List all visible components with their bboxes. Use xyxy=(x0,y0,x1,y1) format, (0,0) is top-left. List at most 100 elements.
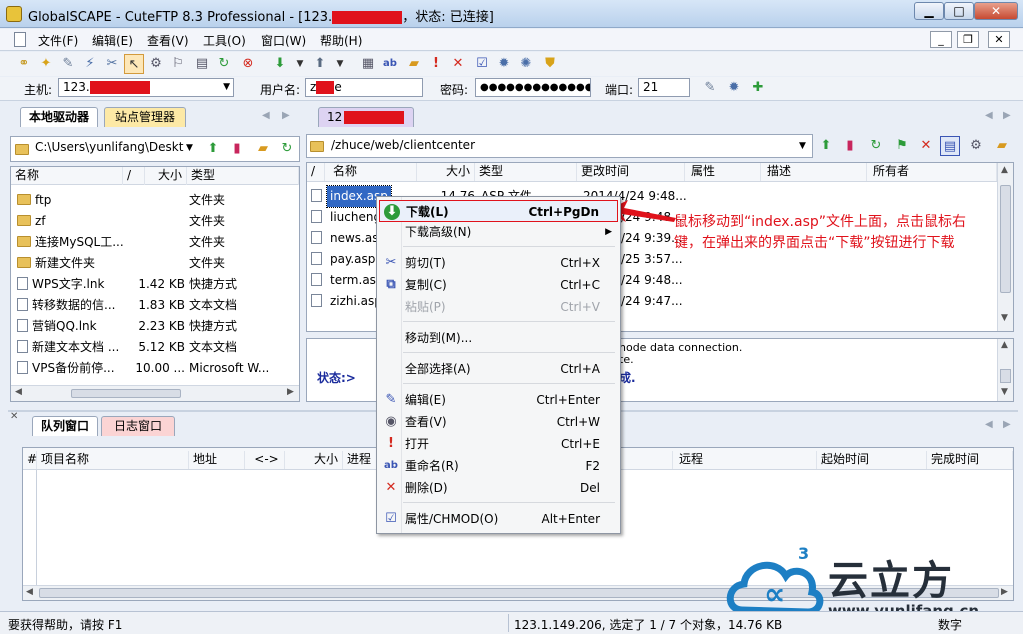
filter-icon[interactable]: ⚐ xyxy=(168,54,188,74)
maximize-button[interactable]: □ xyxy=(944,2,974,20)
col-owner[interactable]: 所有者 xyxy=(867,163,997,181)
col-name[interactable]: 名称 xyxy=(11,167,123,185)
remote-path-input[interactable]: /zhuce/web/clientcenter xyxy=(327,137,787,156)
host-input[interactable]: 123. ▼ xyxy=(58,78,234,97)
tab-remote-site[interactable]: 12 xyxy=(318,107,414,127)
context-menu-item[interactable]: 移动到(M)... xyxy=(379,327,618,349)
delete-icon[interactable]: ✕ xyxy=(916,136,936,156)
settings-icon[interactable]: ✹ xyxy=(494,54,514,74)
global-settings-icon[interactable]: ✺ xyxy=(516,54,536,74)
tab-scroll-left-icon[interactable]: ◀ xyxy=(985,419,993,430)
settings-icon[interactable]: ✹ xyxy=(724,78,744,98)
col-size[interactable]: 大小 xyxy=(145,167,187,185)
col-direction[interactable]: <-> xyxy=(245,451,285,469)
close-button[interactable]: ✕ xyxy=(974,2,1018,20)
col-size[interactable]: 大小 xyxy=(417,163,475,181)
col-attributes[interactable]: 属性 xyxy=(685,163,761,181)
list-item[interactable]: 转移数据的信... 1.83 KB 文本文档 xyxy=(13,295,297,316)
transfer-type-icon[interactable]: ⚙ xyxy=(966,136,986,156)
col-remote[interactable]: 远程 xyxy=(673,451,817,469)
view-mode-icon[interactable]: ▤ xyxy=(940,136,960,156)
pointer-icon[interactable]: ↖ xyxy=(124,54,144,74)
new-folder-icon[interactable]: ▰ xyxy=(253,139,273,159)
mdi-restore-button[interactable]: ❐ xyxy=(957,31,979,48)
context-menu-item[interactable]: 下载高级(N) ▶ xyxy=(379,221,618,243)
list-item[interactable]: WPS文字.lnk 1.42 KB 快捷方式 xyxy=(13,274,297,295)
col-address[interactable]: 地址 xyxy=(189,451,245,469)
refresh-icon[interactable]: ↻ xyxy=(277,139,297,159)
port-input[interactable]: 21 xyxy=(638,78,690,97)
list-item[interactable]: 新建文件夹 文件夹 xyxy=(13,253,297,274)
list-item[interactable]: 营销QQ.lnk 2.23 KB 快捷方式 xyxy=(13,316,297,337)
download-icon[interactable]: ⬇ xyxy=(270,54,290,74)
bookmark-icon[interactable]: ▮ xyxy=(840,136,860,156)
mdi-close-button[interactable]: ✕ xyxy=(988,31,1010,48)
filter-icon[interactable]: ⚑ xyxy=(892,136,912,156)
context-menu-item[interactable]: 全部选择(A) Ctrl+A xyxy=(379,358,618,380)
list-item[interactable]: ftp 文件夹 xyxy=(13,190,297,211)
add-site-icon[interactable]: ✚ xyxy=(748,78,768,98)
password-input[interactable]: ●●●●●●●●●●●●●● xyxy=(475,78,591,97)
connect-icon[interactable]: ✎ xyxy=(700,78,720,98)
col-start-time[interactable]: 起始时间 xyxy=(817,451,927,469)
menu-view[interactable]: 查看(V) xyxy=(147,32,189,49)
list-item[interactable]: zf 文件夹 xyxy=(13,211,297,232)
stop-icon[interactable]: ⊗ xyxy=(238,54,258,74)
menu-help[interactable]: 帮助(H) xyxy=(320,32,362,49)
context-menu-item[interactable]: 粘贴(P) Ctrl+V xyxy=(379,296,618,318)
context-menu-item[interactable]: ☑ 属性/CHMOD(O) Alt+Enter xyxy=(379,508,618,530)
up-folder-icon[interactable]: ⬆ xyxy=(816,136,836,156)
reconnect-icon[interactable]: ✂ xyxy=(102,54,122,74)
tab-log[interactable]: 日志窗口 xyxy=(101,416,175,436)
tab-queue[interactable]: 队列窗口 xyxy=(32,416,98,436)
connect-icon[interactable]: ⚭ xyxy=(14,54,34,74)
menu-window[interactable]: 窗口(W) xyxy=(261,32,306,49)
tab-scroll-right-icon[interactable]: ▶ xyxy=(1003,110,1011,121)
mdi-minimize-button[interactable]: _ xyxy=(930,31,952,48)
lock-icon[interactable]: ▤ xyxy=(192,54,212,74)
new-folder-icon[interactable]: ▰ xyxy=(992,136,1012,156)
list-item[interactable]: 新建文本文档 ... 5.12 KB 文本文档 xyxy=(13,337,297,358)
upload-icon[interactable]: ⬆ xyxy=(310,54,330,74)
col-type[interactable]: 类型 xyxy=(187,167,299,185)
col-item-name[interactable]: 项目名称 xyxy=(37,451,189,469)
col-name[interactable]: 名称 xyxy=(325,163,417,181)
context-menu-item[interactable]: ✂ 剪切(T) Ctrl+X xyxy=(379,252,618,274)
minimize-button[interactable]: ▁ xyxy=(914,2,944,20)
tab-scroll-right-icon[interactable]: ▶ xyxy=(1003,419,1011,430)
list-item[interactable]: 连接MySQL工... 文件夹 xyxy=(13,232,297,253)
edit-file-icon[interactable]: ▦ xyxy=(358,54,378,74)
menu-edit[interactable]: 编辑(E) xyxy=(92,32,133,49)
refresh-icon[interactable]: ↻ xyxy=(214,54,234,74)
list-item[interactable]: VPS备份前停... 10.00 ... Microsoft W... xyxy=(13,358,297,379)
tab-local-drives[interactable]: 本地驱动器 xyxy=(20,107,98,127)
col-type[interactable]: 类型 xyxy=(475,163,577,181)
context-menu-item[interactable]: ab 重命名(R) F2 xyxy=(379,455,618,477)
col-sort[interactable]: / xyxy=(123,167,145,185)
col-sort[interactable]: / xyxy=(307,163,325,181)
rename-icon[interactable]: ab xyxy=(380,54,400,74)
context-menu-item[interactable]: ◉ 查看(V) Ctrl+W xyxy=(379,411,618,433)
context-menu-item[interactable]: ✎ 编辑(E) Ctrl+Enter xyxy=(379,389,618,411)
chevron-down-icon[interactable]: ▼ xyxy=(799,141,806,151)
properties-icon[interactable]: ☑ xyxy=(472,54,492,74)
col-description[interactable]: 描述 xyxy=(761,163,867,181)
chevron-down-icon[interactable]: ▼ xyxy=(330,54,350,74)
new-folder-icon[interactable]: ▰ xyxy=(404,54,424,74)
col-size[interactable]: 大小 xyxy=(285,451,343,469)
up-folder-icon[interactable]: ⬆ xyxy=(203,139,223,159)
menu-file[interactable]: 文件(F) xyxy=(38,32,78,49)
chevron-down-icon[interactable]: ▼ xyxy=(290,54,310,74)
tab-site-manager[interactable]: 站点管理器 xyxy=(104,107,186,127)
bookmark-icon[interactable]: ▮ xyxy=(227,139,247,159)
close-icon[interactable]: ✕ xyxy=(10,411,18,422)
chevron-down-icon[interactable]: ▼ xyxy=(186,143,193,153)
quick-connect-icon[interactable]: ✎ xyxy=(58,54,78,74)
username-input[interactable]: ze xyxy=(305,78,423,97)
execute-icon[interactable]: ! xyxy=(426,54,446,74)
refresh-icon[interactable]: ↻ xyxy=(866,136,886,156)
horizontal-scrollbar[interactable]: ◀ ▶ xyxy=(11,385,299,401)
vertical-scrollbar[interactable]: ▲ ▼ xyxy=(997,339,1013,401)
transfer-icon[interactable]: ⚙ xyxy=(146,54,166,74)
security-icon[interactable]: ⛊ xyxy=(540,54,560,74)
